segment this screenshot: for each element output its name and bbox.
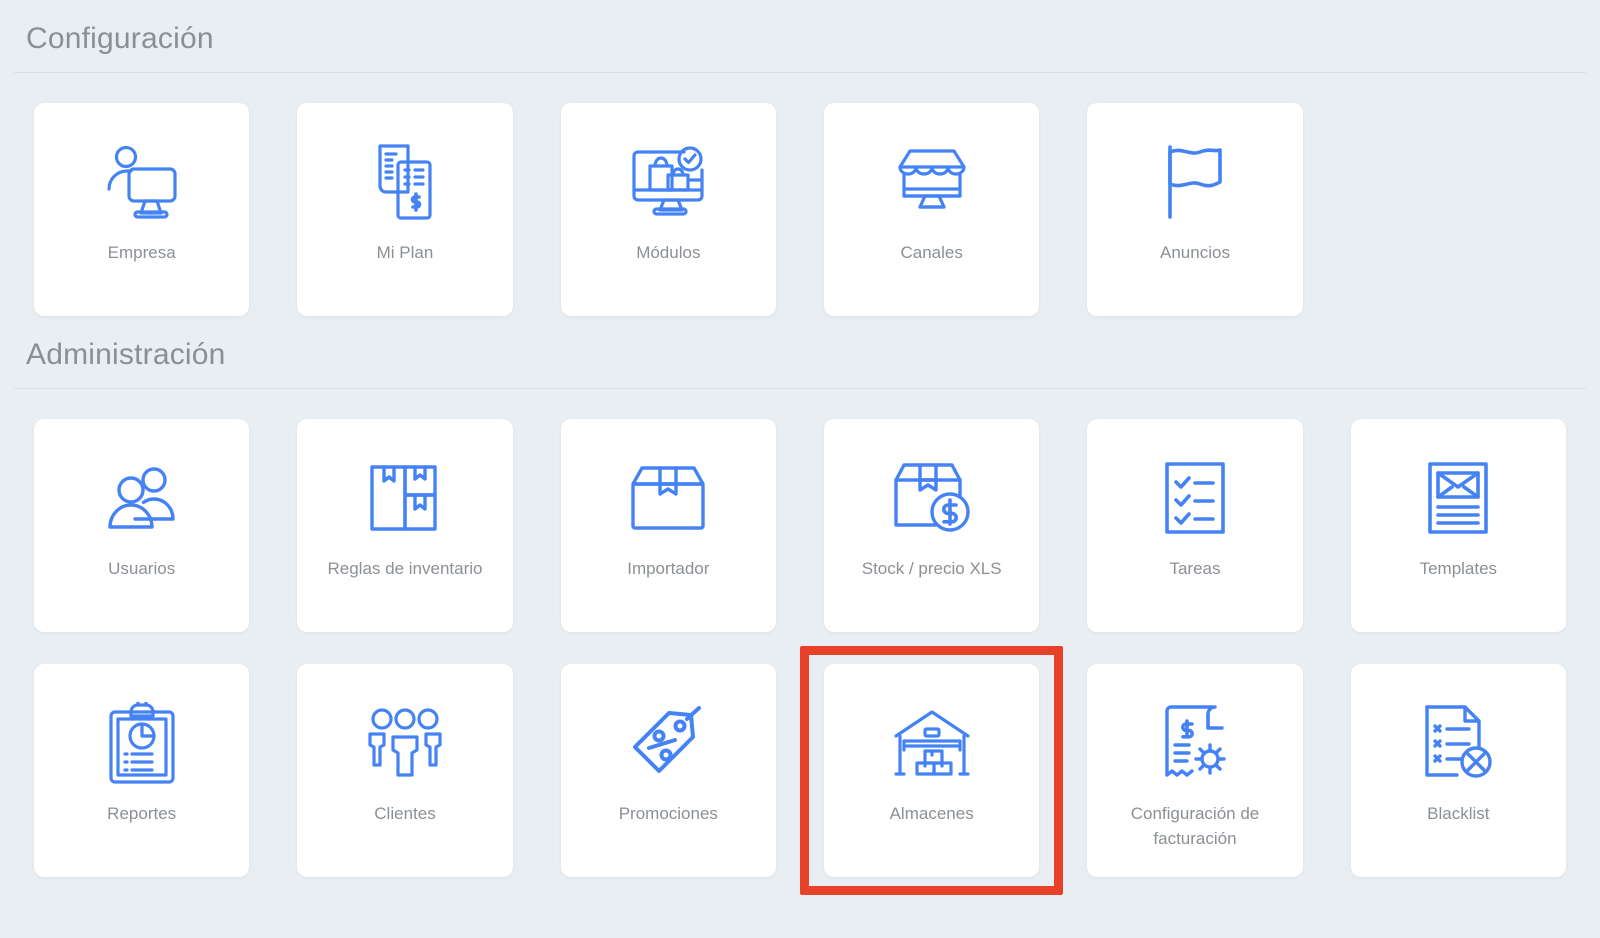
card-slot-anuncios: Anuncios [1087, 103, 1303, 316]
checklist-icon [1154, 455, 1236, 541]
invoice-gear-icon [1154, 700, 1236, 786]
card-label: Canales [900, 243, 963, 262]
flag-icon [1154, 139, 1236, 225]
card-reglas-de-inventario[interactable]: Reglas de inventario [297, 419, 513, 632]
document-x-icon [1417, 700, 1499, 786]
section-title-administracion: Administración [26, 338, 226, 371]
card-stock-precio-xls[interactable]: Stock / precio XLS [823, 419, 1040, 632]
card-label: Anuncios [1160, 243, 1230, 262]
invoice-documents-icon [364, 139, 446, 225]
card-empresa[interactable]: Empresa [34, 103, 250, 316]
card-label: Mi Plan [376, 243, 434, 262]
card-label: Módulos [636, 243, 701, 262]
card-slot-almacenes: Almacenes [799, 646, 1064, 895]
card-slot-canales: Canales [823, 103, 1040, 316]
card-slot-clientes: Clientes [297, 664, 513, 877]
stacked-boxes-icon [364, 455, 446, 541]
section-title-configuracion: Configuración [26, 22, 214, 55]
card-label: Configuración de facturación [1130, 804, 1260, 848]
storefront-monitor-icon [891, 139, 973, 225]
card-importador[interactable]: Importador [560, 419, 776, 632]
two-users-icon [101, 455, 183, 541]
card-slot-mi-plan: Mi Plan [297, 103, 513, 316]
card-usuarios[interactable]: Usuarios [34, 419, 250, 632]
card-almacenes[interactable]: Almacenes [823, 664, 1040, 877]
card-slot-tareas: Tareas [1087, 419, 1303, 632]
card-configuracion-de-facturacion[interactable]: Configuración de facturación [1087, 664, 1303, 877]
card-slot-usuarios: Usuarios [34, 419, 250, 632]
card-tareas[interactable]: Tareas [1087, 419, 1303, 632]
card-label: Almacenes [889, 804, 974, 823]
card-slot-importador: Importador [560, 419, 776, 632]
card-modulos[interactable]: Módulos [560, 103, 776, 316]
card-slot-reportes: Reportes [34, 664, 250, 877]
card-label: Tareas [1169, 559, 1221, 578]
empty-grid-slot [1351, 103, 1566, 316]
company-monitor-icon [101, 139, 183, 225]
card-slot-stock-precio-xls: Stock / precio XLS [823, 419, 1040, 632]
card-slot-reglas-de-inventario: Reglas de inventario [297, 419, 513, 632]
monitor-shopping-bags-check-icon [627, 139, 709, 225]
card-anuncios[interactable]: Anuncios [1087, 103, 1303, 316]
card-label: Empresa [107, 243, 176, 262]
card-slot-blacklist: Blacklist [1350, 664, 1566, 877]
card-label: Promociones [618, 804, 718, 823]
section-configuracion: Configuración Empresa Mi Plan Módulos Ca… [14, 0, 1586, 316]
three-people-icon [364, 700, 446, 786]
card-mi-plan[interactable]: Mi Plan [297, 103, 513, 316]
card-label: Blacklist [1427, 804, 1490, 823]
card-slot-promociones: Promociones [560, 664, 776, 877]
box-dollar-icon [891, 455, 973, 541]
price-tag-percent-icon [627, 700, 709, 786]
card-clientes[interactable]: Clientes [297, 664, 513, 877]
card-reportes[interactable]: Reportes [34, 664, 250, 877]
card-label: Reglas de inventario [327, 559, 483, 578]
card-blacklist[interactable]: Blacklist [1350, 664, 1566, 877]
clipboard-chart-icon [101, 700, 183, 786]
box-icon [627, 455, 709, 541]
warehouse-icon [891, 700, 973, 786]
card-slot-modulos: Módulos [560, 103, 776, 316]
card-label: Importador [627, 559, 710, 578]
configuracion-card-grid: Empresa Mi Plan Módulos Canales Anuncios [14, 73, 1586, 316]
card-label: Templates [1419, 559, 1498, 578]
card-slot-templates: Templates [1350, 419, 1566, 632]
settings-page: Configuración Empresa Mi Plan Módulos Ca… [0, 0, 1600, 938]
card-promociones[interactable]: Promociones [560, 664, 776, 877]
card-slot-empresa: Empresa [34, 103, 250, 316]
section-administracion: Administración Usuarios Reglas de invent… [14, 316, 1586, 895]
card-canales[interactable]: Canales [823, 103, 1040, 316]
administracion-card-grid: Usuarios Reglas de inventario Importador… [14, 389, 1586, 895]
card-label: Stock / precio XLS [861, 559, 1002, 578]
card-label: Usuarios [108, 559, 176, 578]
document-envelope-icon [1417, 455, 1499, 541]
card-label: Reportes [107, 804, 177, 823]
card-templates[interactable]: Templates [1350, 419, 1566, 632]
card-label: Clientes [374, 804, 436, 823]
card-slot-configuracion-de-facturacion: Configuración de facturación [1087, 664, 1303, 877]
